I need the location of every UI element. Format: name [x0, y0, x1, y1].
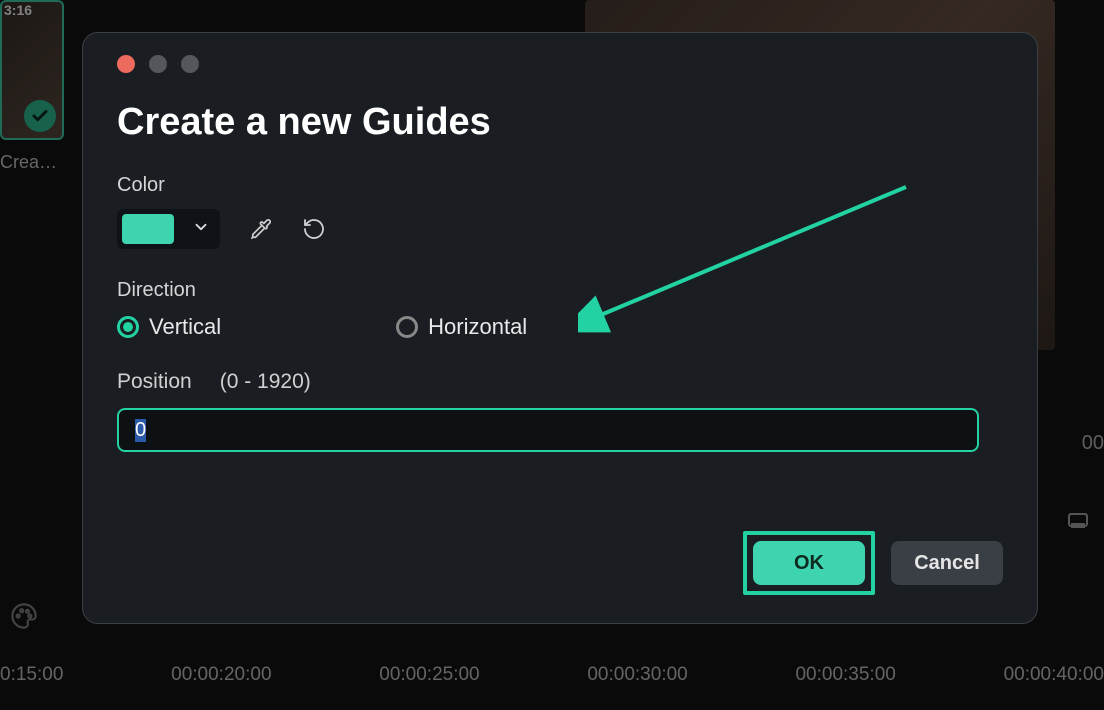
timeline-mark: 00:00:35:00	[795, 664, 895, 686]
media-thumbnail[interactable]: 3:16	[0, 0, 64, 140]
dialog-title: Create a new Guides	[117, 101, 1003, 144]
cancel-button-label: Cancel	[914, 552, 980, 575]
color-row	[117, 209, 1003, 249]
radio-label: Horizontal	[428, 314, 527, 340]
direction-row: Vertical Horizontal	[117, 314, 1003, 340]
create-guides-dialog: Create a new Guides Color Direction Vert…	[82, 32, 1038, 624]
window-controls	[117, 55, 1003, 73]
radio-label: Vertical	[149, 314, 221, 340]
thumbnail-label: Crea…	[0, 152, 64, 173]
annotation-arrow	[578, 183, 918, 333]
radio-circle-icon	[396, 316, 418, 338]
timeline-mark: 00:00:25:00	[379, 664, 479, 686]
radio-horizontal[interactable]: Horizontal	[396, 314, 527, 340]
position-range: (0 - 1920)	[220, 370, 311, 394]
ok-button-label: OK	[794, 552, 824, 575]
color-swatch	[122, 214, 174, 244]
frame-icon[interactable]	[1066, 508, 1090, 537]
palette-icon[interactable]	[10, 602, 38, 635]
dialog-buttons: OK Cancel	[743, 531, 1003, 595]
position-input[interactable]	[117, 408, 979, 452]
timeline-mark: 00:00:30:00	[587, 664, 687, 686]
position-label: Position	[117, 370, 192, 394]
radio-vertical[interactable]: Vertical	[117, 314, 221, 340]
ok-button[interactable]: OK	[753, 541, 865, 585]
reset-icon[interactable]	[302, 217, 326, 241]
check-icon	[24, 100, 56, 132]
radio-circle-icon	[117, 316, 139, 338]
eyedropper-icon[interactable]	[250, 218, 272, 240]
cancel-button[interactable]: Cancel	[891, 541, 1003, 585]
chevron-down-icon	[192, 218, 210, 241]
timeline-mark: 00:00:40:00	[1004, 664, 1104, 686]
color-picker[interactable]	[117, 209, 220, 249]
timeline-mark: 0:15:00	[0, 664, 63, 686]
close-window-button[interactable]	[117, 55, 135, 73]
side-timecode: 00	[1082, 432, 1104, 455]
timeline-mark: 00:00:20:00	[171, 664, 271, 686]
timeline-ruler[interactable]: 0:15:00 00:00:20:00 00:00:25:00 00:00:30…	[0, 658, 1104, 710]
ok-highlight-frame: OK	[743, 531, 875, 595]
thumbnail-timestamp: 3:16	[4, 2, 32, 18]
minimize-window-button[interactable]	[149, 55, 167, 73]
maximize-window-button[interactable]	[181, 55, 199, 73]
position-header: Position (0 - 1920)	[117, 370, 1003, 394]
direction-label: Direction	[117, 279, 1003, 302]
color-label: Color	[117, 174, 1003, 197]
